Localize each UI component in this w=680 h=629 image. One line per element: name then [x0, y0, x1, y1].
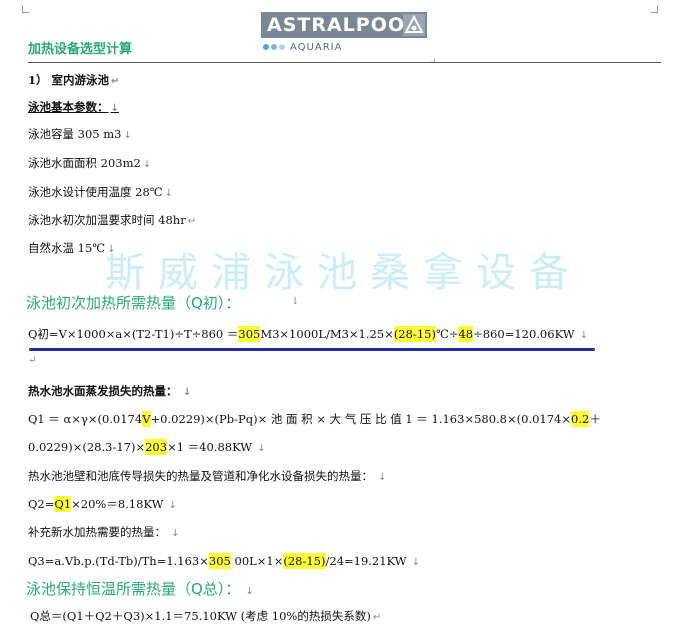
param-water-area: 泳池水面面积 203m2 ↓ [28, 156, 152, 170]
logo-emblem-icon [403, 14, 425, 36]
watermark-text: 斯威浦泳池桑拿设备 [105, 250, 582, 296]
q-initial-heading: 泳池初次加热所需热量（Q初）： [26, 294, 241, 312]
param-heat-time: 泳池水初次加温要求时间 48hr ↵ [28, 213, 197, 227]
highlight-hours: 48 [458, 326, 474, 342]
q-initial-formula: Q初=V×1000×a×(T2-T1)÷T÷860 ＝305M3×1000L/M… [28, 326, 589, 342]
q-total-formula: Q总＝(Q1＋Q2＋Q3)×1.1＝75.10KW (考虑 10%的热损失系数)… [30, 609, 382, 623]
highlight-temp-diff: (28-15) [393, 326, 436, 342]
highlight-velocity: 0.2 [571, 411, 590, 427]
page-corner-mark [651, 6, 658, 13]
param-design-temp: 泳池水设计使用温度 28℃ ↓ [28, 185, 174, 199]
logo-dot-icon [263, 44, 269, 50]
paragraph-mark: ↓ [291, 296, 300, 307]
highlight-volume-q3: 305 [208, 553, 231, 569]
params-heading: 泳池基本参数： ↓ [28, 100, 119, 114]
astralpool-logo: ASTRALPOOL [261, 12, 427, 38]
q2-formula: Q2=Q1×20%＝8.18KW ↓ [28, 496, 178, 512]
header-mark: ↵ [430, 58, 436, 66]
q3-formula: Q3=a.Vb.p.(Td-Tb)/Th=1.163×305 00L×1×(28… [28, 553, 421, 569]
page-corner-mark [22, 6, 29, 13]
formula-underline [29, 348, 595, 351]
wall-loss-heading: 热水池池壁和池底传导损失的热量及管道和净化水设备损失的热量： ↓ [28, 469, 387, 483]
highlight-q1: Q1 [54, 496, 72, 512]
section-heading: 1） 室内游泳池 ↵ [28, 73, 120, 87]
header-rule [28, 62, 661, 63]
highlight-v: V [142, 411, 151, 427]
highlight-temp-diff-q3: (28-15) [283, 553, 326, 569]
q-total-heading: 泳池保持恒温所需热量（Q总）： ↓ [26, 580, 254, 598]
aquaria-logo: AQUARIA [263, 42, 342, 53]
q1-formula-line2: 0.0229)×(28.3-17)×203×1 ＝40.88KW ↓ [28, 439, 266, 455]
param-natural-temp: 自然水温 15℃ ↓ [28, 241, 116, 255]
highlight-area: 203 [145, 439, 168, 455]
param-pool-volume: 泳池容量 305 m3 ↓ [28, 127, 132, 141]
doc-title: 加热设备选型计算 [28, 42, 133, 57]
q1-formula-line1: Q1 ＝ α×γ×(0.0174V+0.0229)×(Pb-Pq)× 池 面 积… [28, 411, 601, 427]
evap-heading: 热水池水面蒸发损失的热量： ↓ [28, 384, 192, 398]
highlight-volume: 305 [238, 326, 261, 342]
fresh-water-heading: 补充新水加热需要的热量： ↓ [28, 525, 180, 539]
paragraph-mark: ↵ [28, 355, 37, 366]
logo-dot-icon [279, 44, 285, 50]
logo-dot-icon [271, 44, 277, 50]
